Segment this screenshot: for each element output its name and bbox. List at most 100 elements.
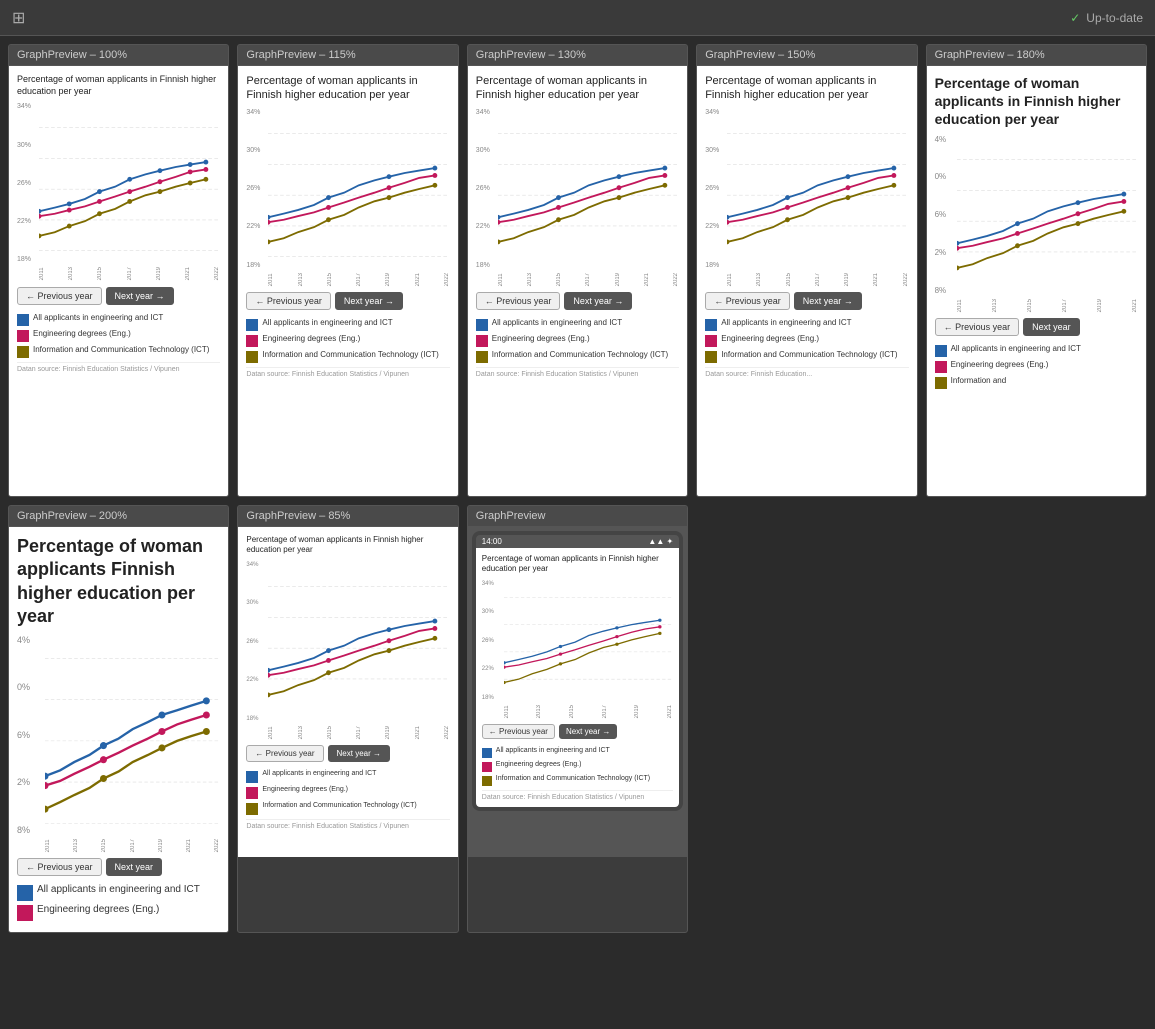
card-header-mobile: GraphPreview [468,506,687,527]
legend-85: All applicants in engineering and ICT En… [246,770,449,815]
y-axis-100: 34%30%26%22%18% [17,103,39,263]
legend-color-pink-100 [17,330,29,342]
card-body-150: Percentage of woman applicants in Finnis… [697,66,916,496]
top-bar: ⊞ ✓ Up-to-date [0,0,1155,36]
card-body-115: Percentage of woman applicants in Finnis… [238,66,457,496]
chart-area-mobile: 34%30%26%22%18% [482,581,673,701]
chart-title-mobile: Percentage of woman applicants in Finnis… [482,554,673,575]
legend-color-blue-180 [935,345,947,357]
next-button-115[interactable]: Next year → [335,292,403,310]
row2-empty-4 [696,505,917,933]
data-source-150: Datan source: Finnish Education... [705,367,908,378]
legend-color-blue-100 [17,314,29,326]
prev-button-100[interactable]: ← Previous year [17,287,102,305]
next-button-85[interactable]: Next year → [328,745,390,762]
next-button-180[interactable]: Next year [1023,318,1080,336]
next-button-150[interactable]: Next year → [794,292,862,310]
chart-plot-mobile [504,581,673,701]
preview-card-mobile: GraphPreview 14:00 ▲▲ ✦ Percentage of wo… [467,505,688,933]
chart-area-150: 34%30%26%22%18% [705,109,908,269]
legend-color-pink-mobile [482,762,492,772]
card-body-130: Percentage of woman applicants in Finnis… [468,66,687,496]
nav-buttons-115: ← Previous year Next year → [246,292,449,310]
legend-color-blue-mobile [482,748,492,758]
preview-grid-row2: GraphPreview – 200% Percentage of woman … [0,505,1155,941]
card-header-100: GraphPreview – 100% [9,45,228,66]
legend-150: All applicants in engineering and ICT En… [705,318,908,363]
legend-color-olive-130 [476,351,488,363]
legend-color-blue-130 [476,319,488,331]
data-source-100: Datan source: Finnish Education Statisti… [17,362,220,373]
card-body-mobile: 14:00 ▲▲ ✦ Percentage of woman applicant… [468,527,687,857]
card-body-180: Percentage of woman applicants in Finnis… [927,66,1146,496]
next-button-mobile[interactable]: Next year → [559,724,617,739]
legend-item-1: Engineering degrees (Eng.) [17,329,220,342]
chart-title-100: Percentage of woman applicants in Finnis… [17,74,220,97]
row2-empty-5 [926,505,1147,933]
top-bar-right: ✓ Up-to-date [1070,11,1143,25]
legend-color-olive-115 [246,351,258,363]
preview-card-130: GraphPreview – 130% Percentage of woman … [467,44,688,497]
prev-button-200[interactable]: ← Previous year [17,858,102,876]
top-bar-left: ⊞ [12,8,25,28]
chart-plot-150 [727,109,908,269]
mobile-signal: ▲▲ ✦ [648,537,673,546]
card-header-130: GraphPreview – 130% [468,45,687,66]
data-source-mobile: Datan source: Finnish Education Statisti… [482,790,673,801]
x-axis-mobile: 201120132015 201720192021 [504,705,673,718]
legend-item-115-2: Information and Communication Technology… [246,350,449,363]
legend-color-pink-115 [246,335,258,347]
prev-button-85[interactable]: ← Previous year [246,745,323,762]
chart-area-85: 34%30%26%22%18% [246,562,449,722]
prev-button-180[interactable]: ← Previous year [935,318,1020,336]
preview-card-85: GraphPreview – 85% Percentage of woman a… [237,505,458,933]
legend-color-pink-200 [17,905,33,921]
card-header-150: GraphPreview – 150% [697,45,916,66]
mobile-frame: 14:00 ▲▲ ✦ Percentage of woman applicant… [472,531,683,811]
legend-color-blue-115 [246,319,258,331]
preview-grid-row1: GraphPreview – 100% Percentage of woman … [0,36,1155,505]
menu-icon[interactable]: ⊞ [12,8,25,28]
prev-button-mobile[interactable]: ← Previous year [482,724,555,739]
chart-title-85: Percentage of woman applicants in Finnis… [246,535,449,556]
y-axis-180: 4%0%6%2%8% [935,135,957,295]
chart-title-150: Percentage of woman applicants in Finnis… [705,74,908,103]
y-axis-85: 34%30%26%22%18% [246,562,268,722]
nav-buttons-100: ← Previous year Next year → [17,287,220,305]
status-text: Up-to-date [1086,11,1143,25]
prev-button-115[interactable]: ← Previous year [246,292,331,310]
legend-100: All applicants in engineering and ICT En… [17,313,220,358]
preview-card-150: GraphPreview – 150% Percentage of woman … [696,44,917,497]
mobile-content: Percentage of woman applicants in Finnis… [476,548,679,807]
legend-color-blue-150 [705,319,717,331]
preview-card-100: GraphPreview – 100% Percentage of woman … [8,44,229,497]
card-body-200: Percentage of woman applicants Finnish h… [9,527,228,932]
legend-color-olive-85 [246,803,258,815]
card-header-115: GraphPreview – 115% [238,45,457,66]
next-button-130[interactable]: Next year → [564,292,632,310]
legend-color-pink-130 [476,335,488,347]
next-button-200[interactable]: Next year [106,858,163,876]
prev-button-150[interactable]: ← Previous year [705,292,790,310]
next-button-100[interactable]: Next year → [106,287,174,305]
card-header-85: GraphPreview – 85% [238,506,457,527]
check-icon: ✓ [1070,11,1080,25]
mobile-time: 14:00 [482,537,502,546]
legend-color-blue-85 [246,771,258,783]
legend-mobile: All applicants in engineering and ICT En… [482,747,673,786]
mobile-status-bar: 14:00 ▲▲ ✦ [476,535,679,548]
legend-130: All applicants in engineering and ICT En… [476,318,679,363]
x-axis-150: 201120132015 2017201920212022 [727,273,908,286]
chart-area-180: 4%0%6%2%8% [935,135,1138,295]
legend-item-2: Information and Communication Technology… [17,345,220,358]
prev-button-130[interactable]: ← Previous year [476,292,561,310]
legend-color-olive-150 [705,351,717,363]
y-axis-200: 4%0%6%2%8% [17,635,45,835]
chart-area-100: 34%30%26%22%18% [17,103,220,263]
nav-buttons-mobile: ← Previous year Next year → [482,724,673,739]
legend-item-0: All applicants in engineering and ICT [17,313,220,326]
chart-plot-85 [268,562,449,722]
data-source-115: Datan source: Finnish Education Statisti… [246,367,449,378]
card-body-85: Percentage of woman applicants in Finnis… [238,527,457,857]
legend-180: All applicants in engineering and ICT En… [935,344,1138,389]
